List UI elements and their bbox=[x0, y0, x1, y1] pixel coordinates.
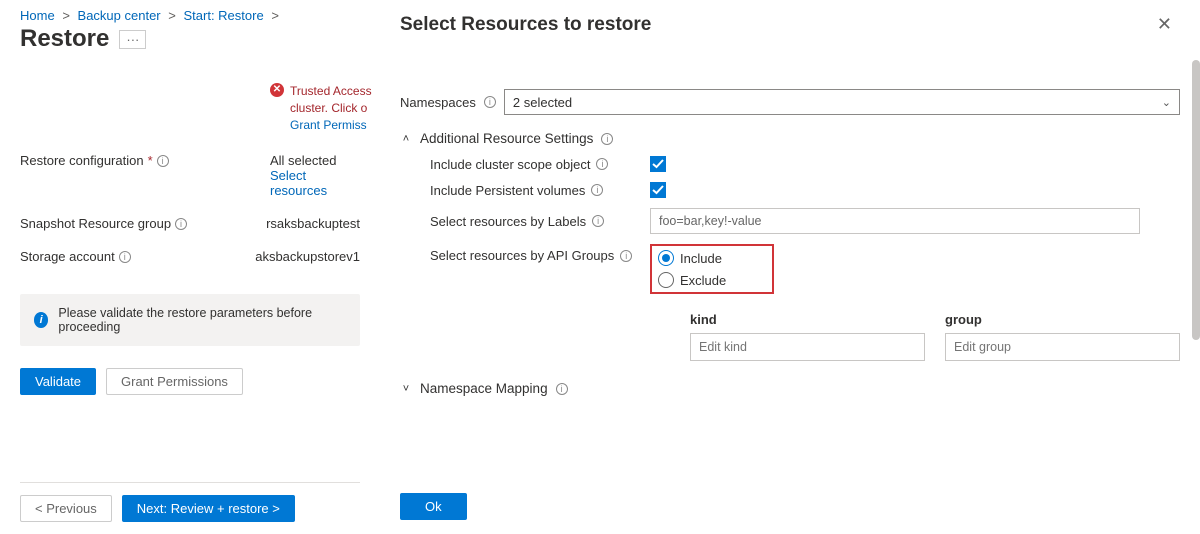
error-text-2: cluster. Click o bbox=[290, 101, 367, 115]
column-kind-header: kind bbox=[690, 312, 925, 327]
storage-account-value: aksbackupstorev1 bbox=[255, 249, 360, 264]
check-icon bbox=[652, 158, 664, 170]
radio-include-label: Include bbox=[680, 251, 722, 266]
radio-exclude[interactable]: Exclude bbox=[658, 272, 726, 288]
chevron-right-icon: > bbox=[62, 8, 70, 23]
namespaces-value: 2 selected bbox=[513, 95, 572, 110]
info-icon[interactable]: i bbox=[556, 383, 568, 395]
snapshot-rg-value: rsaksbackuptest bbox=[266, 216, 360, 231]
labels-input[interactable] bbox=[650, 208, 1140, 234]
info-icon[interactable]: i bbox=[119, 251, 131, 263]
info-icon[interactable]: i bbox=[592, 215, 604, 227]
crumb-backup-center[interactable]: Backup center bbox=[78, 8, 161, 23]
panel-title: Select Resources to restore bbox=[400, 14, 651, 36]
ok-button[interactable]: Ok bbox=[400, 493, 467, 520]
radio-icon bbox=[658, 272, 674, 288]
namespaces-label: Namespaces bbox=[400, 95, 476, 110]
required-icon: * bbox=[148, 153, 153, 168]
include-pv-label: Include Persistent volumes bbox=[430, 183, 585, 198]
api-groups-radio-group: Include Exclude bbox=[650, 244, 774, 294]
section-title: Namespace Mapping bbox=[420, 381, 548, 396]
info-icon[interactable]: i bbox=[157, 155, 169, 167]
scrollbar-thumb[interactable] bbox=[1192, 60, 1200, 340]
error-text-1: Trusted Access bbox=[290, 84, 372, 98]
include-pv-checkbox[interactable] bbox=[650, 182, 666, 198]
restore-config-value: All selected bbox=[270, 153, 360, 168]
grant-permissions-link[interactable]: Grant Permiss bbox=[290, 117, 372, 134]
info-banner: i Please validate the restore parameters… bbox=[20, 294, 360, 346]
grant-permissions-button[interactable]: Grant Permissions bbox=[106, 368, 243, 395]
info-icon[interactable]: i bbox=[596, 158, 608, 170]
page-title: Restore bbox=[20, 25, 109, 53]
group-input[interactable] bbox=[945, 333, 1180, 361]
breadcrumb: Home > Backup center > Start: Restore > bbox=[0, 0, 380, 25]
radio-icon bbox=[658, 250, 674, 266]
info-icon: i bbox=[34, 312, 48, 328]
close-icon[interactable]: ✕ bbox=[1153, 10, 1176, 39]
previous-button[interactable]: < Previous bbox=[20, 495, 112, 522]
chevron-right-icon: > bbox=[168, 8, 176, 23]
check-icon bbox=[652, 184, 664, 196]
include-cluster-label: Include cluster scope object bbox=[430, 157, 590, 172]
snapshot-rg-label: Snapshot Resource group bbox=[20, 216, 171, 231]
include-cluster-checkbox[interactable] bbox=[650, 156, 666, 172]
error-icon: ✕ bbox=[270, 83, 284, 97]
info-icon[interactable]: i bbox=[175, 218, 187, 230]
more-button[interactable]: ··· bbox=[119, 30, 146, 49]
section-namespace-mapping[interactable]: ˅ Namespace Mapping i bbox=[400, 381, 1180, 396]
select-resources-panel: Select Resources to restore ✕ Namespaces… bbox=[380, 0, 1200, 534]
crumb-home[interactable]: Home bbox=[20, 8, 55, 23]
storage-account-label: Storage account bbox=[20, 249, 115, 264]
error-banner: ✕ Trusted Access cluster. Click o Grant … bbox=[270, 83, 380, 133]
crumb-start-restore[interactable]: Start: Restore bbox=[183, 8, 263, 23]
validate-button[interactable]: Validate bbox=[20, 368, 96, 395]
info-icon[interactable]: i bbox=[601, 133, 613, 145]
labels-label: Select resources by Labels bbox=[430, 214, 586, 229]
radio-exclude-label: Exclude bbox=[680, 273, 726, 288]
info-icon[interactable]: i bbox=[484, 96, 496, 108]
namespaces-select[interactable]: 2 selected ⌄ bbox=[504, 89, 1180, 115]
next-button[interactable]: Next: Review + restore > bbox=[122, 495, 295, 522]
section-title: Additional Resource Settings bbox=[420, 131, 593, 146]
radio-include[interactable]: Include bbox=[658, 250, 726, 266]
kind-input[interactable] bbox=[690, 333, 925, 361]
column-group-header: group bbox=[945, 312, 1180, 327]
chevron-up-icon: ˄ bbox=[400, 133, 412, 145]
select-resources-link[interactable]: Select resources bbox=[270, 168, 327, 198]
api-groups-label: Select resources by API Groups bbox=[430, 248, 614, 263]
restore-config-label: Restore configuration bbox=[20, 153, 144, 168]
info-icon[interactable]: i bbox=[620, 250, 632, 262]
chevron-right-icon: > bbox=[271, 8, 279, 23]
info-banner-text: Please validate the restore parameters b… bbox=[58, 306, 346, 334]
chevron-down-icon: ˅ bbox=[400, 383, 412, 395]
section-additional-settings[interactable]: ˄ Additional Resource Settings i bbox=[400, 131, 1180, 146]
chevron-down-icon: ⌄ bbox=[1162, 96, 1171, 109]
info-icon[interactable]: i bbox=[591, 184, 603, 196]
